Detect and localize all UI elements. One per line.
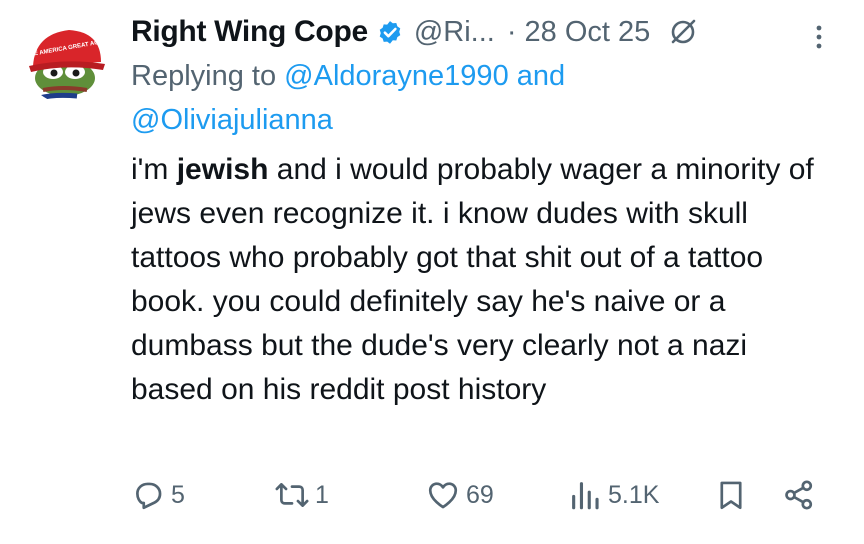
- tweet-header: Right Wing Cope @Ri... · 28 Oct 25: [131, 10, 831, 54]
- reply-and-label: and: [516, 60, 566, 92]
- avatar[interactable]: MAKE AMERICA GREAT AGAIN: [25, 20, 109, 104]
- reply-mention-link[interactable]: @Oliviajulianna: [131, 104, 333, 136]
- more-vertical-icon[interactable]: [811, 22, 827, 52]
- replying-to-label: Replying to: [131, 60, 277, 92]
- views-icon: [572, 482, 599, 510]
- verified-badge-icon: [376, 18, 404, 46]
- tweet-text-bold: jewish: [176, 153, 269, 186]
- separator-dot: ·: [506, 15, 517, 48]
- reply-count: 5: [171, 480, 185, 509]
- repost-count: 1: [315, 480, 329, 509]
- bookmark-icon: [720, 481, 742, 510]
- reply-mention-link[interactable]: @Aldorayne1990: [284, 60, 509, 92]
- tweet-text-start: i'm: [131, 153, 177, 186]
- bookmark-button[interactable]: [714, 478, 748, 512]
- views-button[interactable]: 5.1K: [568, 478, 659, 512]
- reply-button[interactable]: 5: [131, 478, 185, 512]
- grok-icon[interactable]: [668, 17, 698, 47]
- tweet-date[interactable]: 28 Oct 25: [525, 16, 651, 49]
- repost-icon: [275, 483, 309, 507]
- share-button[interactable]: [782, 478, 816, 512]
- heart-icon: [428, 482, 458, 509]
- views-count: 5.1K: [608, 480, 660, 509]
- reply-icon: [136, 482, 162, 510]
- tweet-actions-bar: 5 1 69 5.1K: [0, 478, 864, 522]
- like-count: 69: [466, 480, 494, 509]
- user-handle[interactable]: @Ri...: [414, 16, 495, 49]
- tweet-text: i'm jewish and i would probably wager a …: [131, 148, 831, 412]
- tweet[interactable]: MAKE AMERICA GREAT AGAIN Right Wing Cope…: [0, 0, 864, 544]
- tweet-content: Right Wing Cope @Ri... · 28 Oct 25 Reply…: [131, 10, 831, 412]
- repost-button[interactable]: 1: [275, 478, 329, 512]
- tweet-text-rest: and i would probably wager a minority of…: [131, 153, 814, 406]
- like-button[interactable]: 69: [426, 478, 494, 512]
- share-icon: [785, 480, 813, 510]
- avatar-image: MAKE AMERICA GREAT AGAIN: [25, 20, 109, 104]
- replying-to-line: Replying to @Aldorayne1990 and @Oliviaju…: [131, 54, 831, 142]
- display-name[interactable]: Right Wing Cope: [131, 15, 368, 49]
